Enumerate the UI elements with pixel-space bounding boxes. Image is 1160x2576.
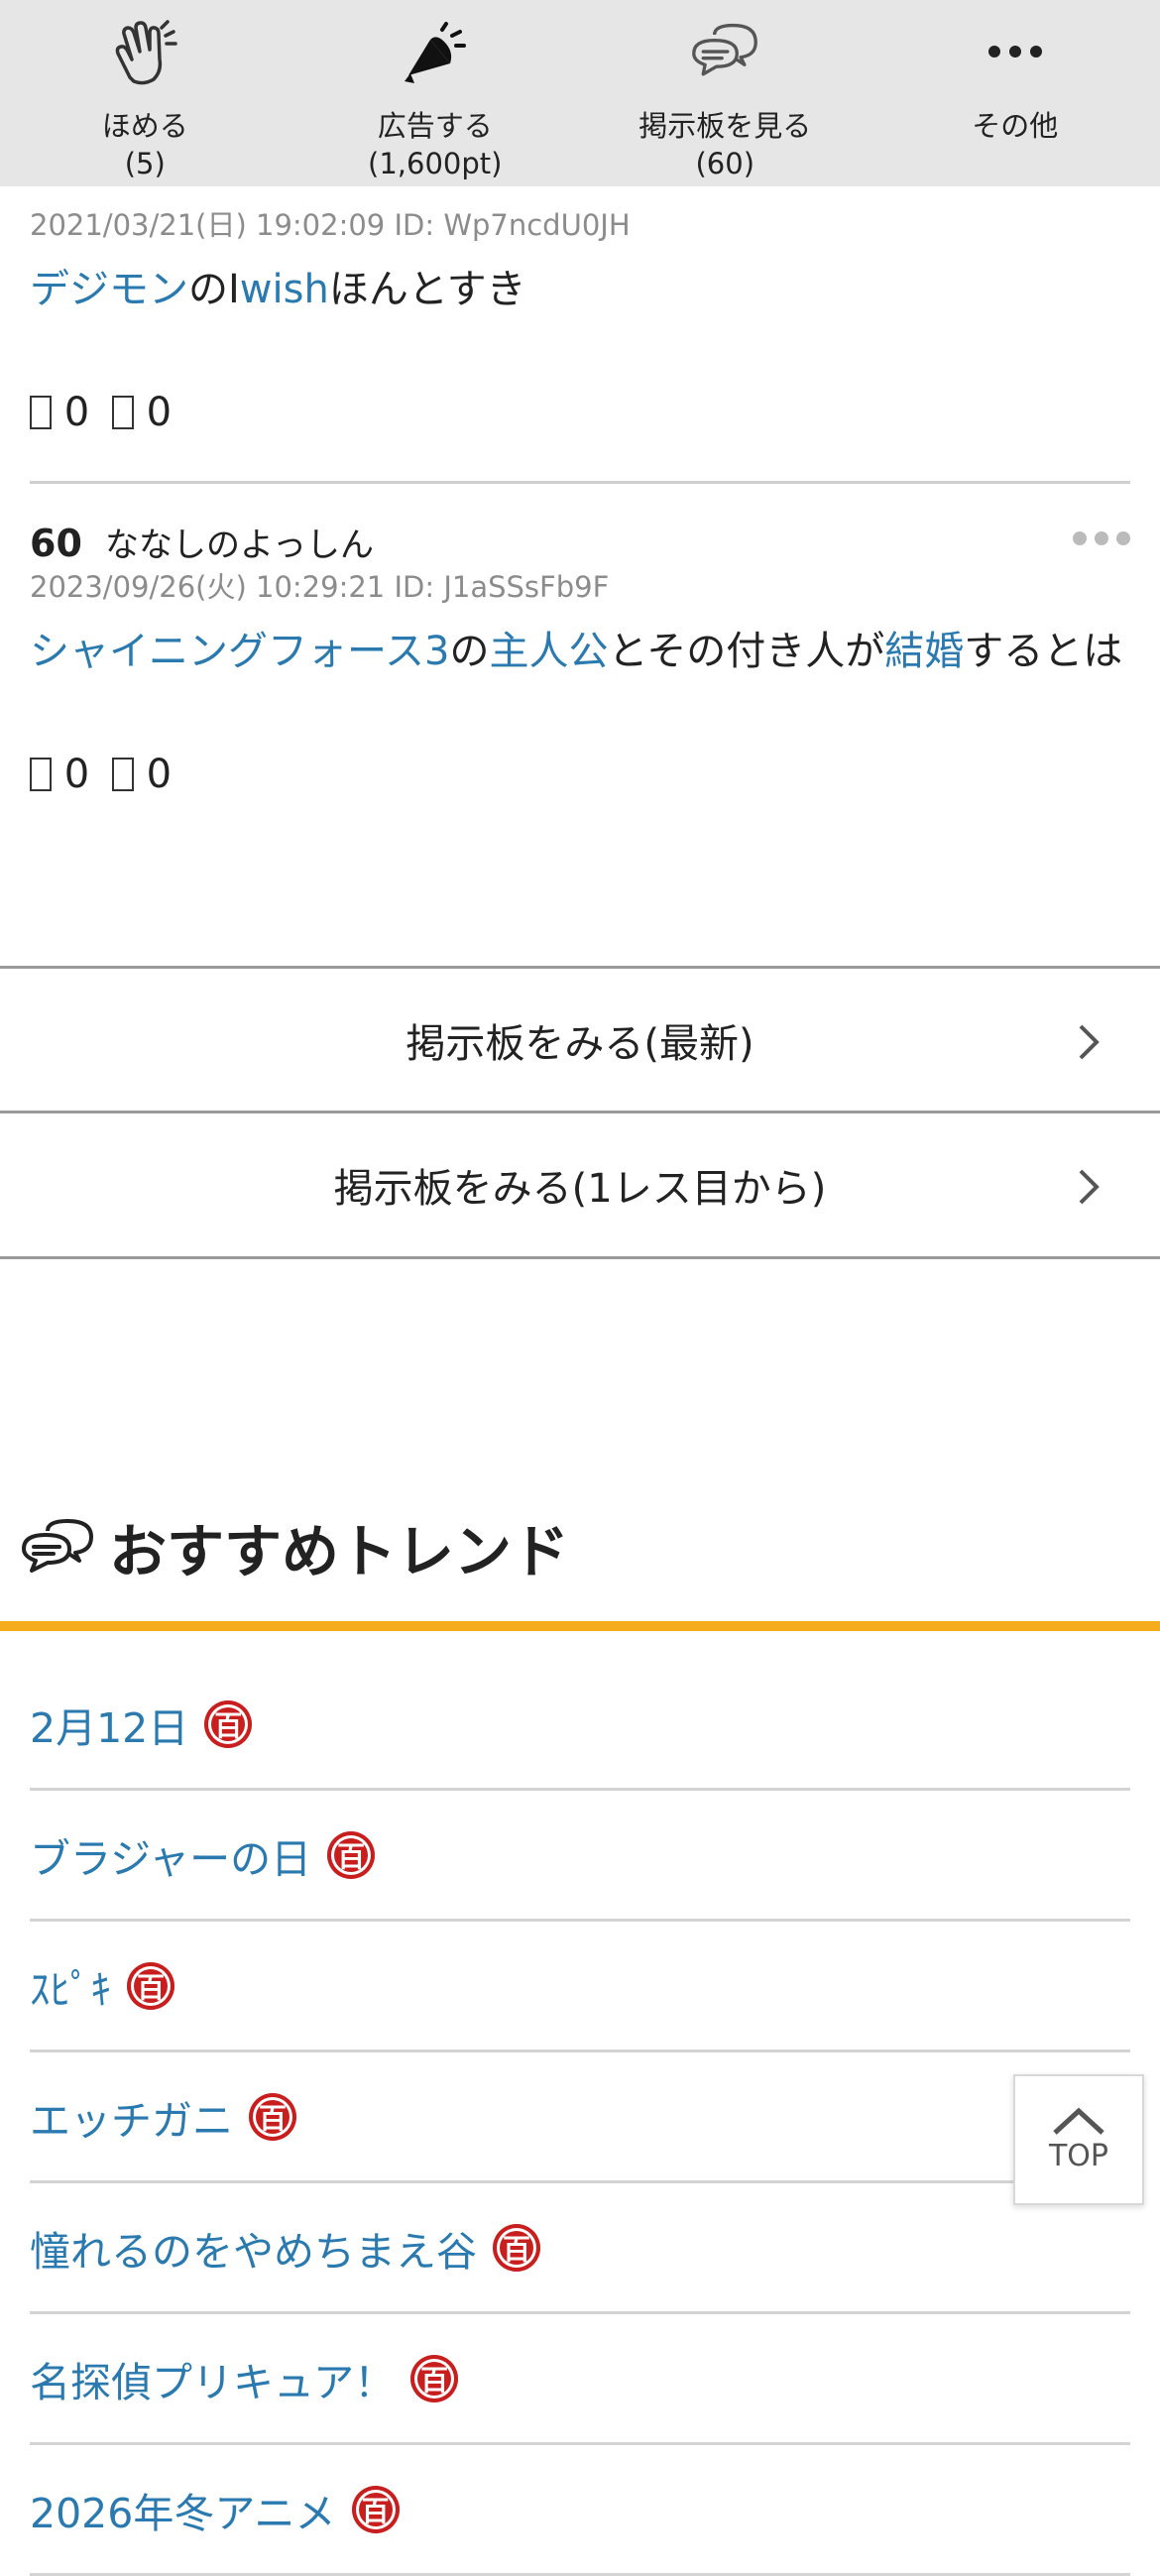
post-author: ななしのよっしん <box>105 526 374 565</box>
back-to-top-button[interactable]: TOP <box>1013 2074 1144 2205</box>
post-link[interactable]: 結婚 <box>884 629 964 674</box>
post-text: I <box>228 267 240 312</box>
view-board-first-button[interactable]: 掲示板をみる(1レス目から) <box>0 1111 1160 1255</box>
advertise-button[interactable]: 広告する (1,600pt) <box>290 0 581 186</box>
trend-item[interactable]: ブラジャーの日 百 <box>30 1791 1130 1922</box>
bad-icon[interactable] <box>112 396 134 429</box>
more-label: その他 <box>972 107 1058 145</box>
view-board-button[interactable]: 掲示板を見る (60) <box>580 0 870 186</box>
more-button[interactable]: その他 <box>870 0 1160 186</box>
chevron-right-icon <box>1077 1167 1101 1207</box>
megaphone-icon <box>401 20 470 85</box>
chevron-right-icon <box>1077 1022 1101 1062</box>
dictionary-badge-icon: 百 <box>327 1831 375 1879</box>
view-board-count: (60) <box>695 145 754 182</box>
post-text: の <box>449 629 489 674</box>
post-reactions: 0 0 <box>30 752 1130 797</box>
trend-item[interactable]: 2026年冬アニメ 百 <box>30 2445 1130 2576</box>
post-link[interactable]: デジモン <box>30 267 188 312</box>
dictionary-badge-icon: 百 <box>127 1962 174 2010</box>
trend-item[interactable]: ｽﾋﾟｷ 百 <box>30 1922 1130 2052</box>
more-icon <box>981 20 1050 85</box>
post-link[interactable]: wish <box>240 267 329 312</box>
clap-icon <box>110 20 179 85</box>
dictionary-badge-icon: 百 <box>204 1700 252 1748</box>
dictionary-badge-icon: 百 <box>249 2093 296 2141</box>
trend-item[interactable]: 2月12日 百 <box>30 1660 1130 1791</box>
view-board-latest-label: 掲示板をみる(最新) <box>406 1011 754 1069</box>
post-text: するとは <box>964 629 1122 674</box>
advertise-label: 広告する <box>378 107 493 145</box>
trend-item-label[interactable]: ｽﾋﾟｷ <box>30 1956 111 2016</box>
trend-accent-bar <box>0 1621 1160 1631</box>
trend-item[interactable]: エッチガニ 百 <box>30 2052 1130 2183</box>
trend-item-label[interactable]: 名探偵プリキュア！ <box>30 2349 395 2408</box>
post-reactions: 0 0 <box>30 390 1130 435</box>
dictionary-badge-icon: 百 <box>352 2486 400 2533</box>
post-divider <box>30 481 1130 484</box>
speech-bubbles-icon <box>20 1517 95 1577</box>
action-toolbar: ほめる (5) 広告する (1,600pt) 掲示板を見る (60) <box>0 0 1160 186</box>
post-number[interactable]: 60 <box>30 522 82 565</box>
view-board-latest-button[interactable]: 掲示板をみる(最新) <box>0 966 1160 1111</box>
chevron-up-icon <box>1051 2107 1106 2137</box>
post-body: シャイニングフォース3の主人公とその付き人が結婚するとは <box>30 626 1130 678</box>
good-count: 0 <box>64 752 89 797</box>
board-buttons-bottom-border <box>0 1256 1160 1259</box>
bad-count: 0 <box>147 390 172 435</box>
bbs-post: 60 ななしのよっしん 2023/09/26(火) 10:29:21 ID: J… <box>30 518 1130 797</box>
post-link[interactable]: シャイニングフォース3 <box>30 629 449 674</box>
view-board-first-label: 掲示板をみる(1レス目から) <box>334 1156 827 1214</box>
advertise-points: (1,600pt) <box>368 145 502 182</box>
post-meta: 2023/09/26(火) 10:29:21 ID: J1aSSsFb9F <box>30 564 1130 606</box>
post-link[interactable]: 主人公 <box>489 629 608 674</box>
trend-title: おすすめトレンド <box>109 1505 569 1588</box>
post-header: 60 ななしのよっしん <box>30 518 1130 566</box>
praise-count: (5) <box>125 145 166 182</box>
good-count: 0 <box>64 390 89 435</box>
trend-item[interactable]: 憧れるのをやめちまえ谷 百 <box>30 2183 1130 2314</box>
speech-bubbles-icon <box>690 20 759 85</box>
good-icon[interactable] <box>30 396 52 429</box>
post-meta: 2021/03/21(日) 19:02:09 ID: Wp7ncdU0JH <box>30 202 1130 244</box>
post-body: デジモンのIwishほんとすき <box>30 264 1130 316</box>
post-text: とその付き人が <box>608 629 884 674</box>
view-board-label: 掲示板を見る <box>638 107 811 145</box>
back-to-top-label: TOP <box>1049 2139 1108 2173</box>
dictionary-badge-icon: 百 <box>493 2224 540 2272</box>
post-menu-icon[interactable] <box>1073 531 1130 545</box>
bbs-post: 2021/03/21(日) 19:02:09 ID: Wp7ncdU0JH デジ… <box>30 202 1130 435</box>
trend-item-label[interactable]: 2026年冬アニメ <box>30 2480 336 2539</box>
bad-icon[interactable] <box>112 758 134 791</box>
trend-item[interactable]: 名探偵プリキュア！ 百 <box>30 2314 1130 2445</box>
post-text: ほんとすき <box>329 267 526 312</box>
trend-item-label[interactable]: ブラジャーの日 <box>30 1825 311 1885</box>
trend-item-label[interactable]: エッチガニ <box>30 2087 233 2147</box>
trend-item-label[interactable]: 憧れるのをやめちまえ谷 <box>30 2218 477 2278</box>
post-text: の <box>188 267 228 312</box>
good-icon[interactable] <box>30 758 52 791</box>
dictionary-badge-icon: 百 <box>410 2355 458 2402</box>
trend-header: おすすめトレンド <box>20 1507 569 1586</box>
praise-label: ほめる <box>102 107 188 145</box>
bad-count: 0 <box>147 752 172 797</box>
praise-button[interactable]: ほめる (5) <box>0 0 290 186</box>
trend-item-label[interactable]: 2月12日 <box>30 1695 188 1754</box>
